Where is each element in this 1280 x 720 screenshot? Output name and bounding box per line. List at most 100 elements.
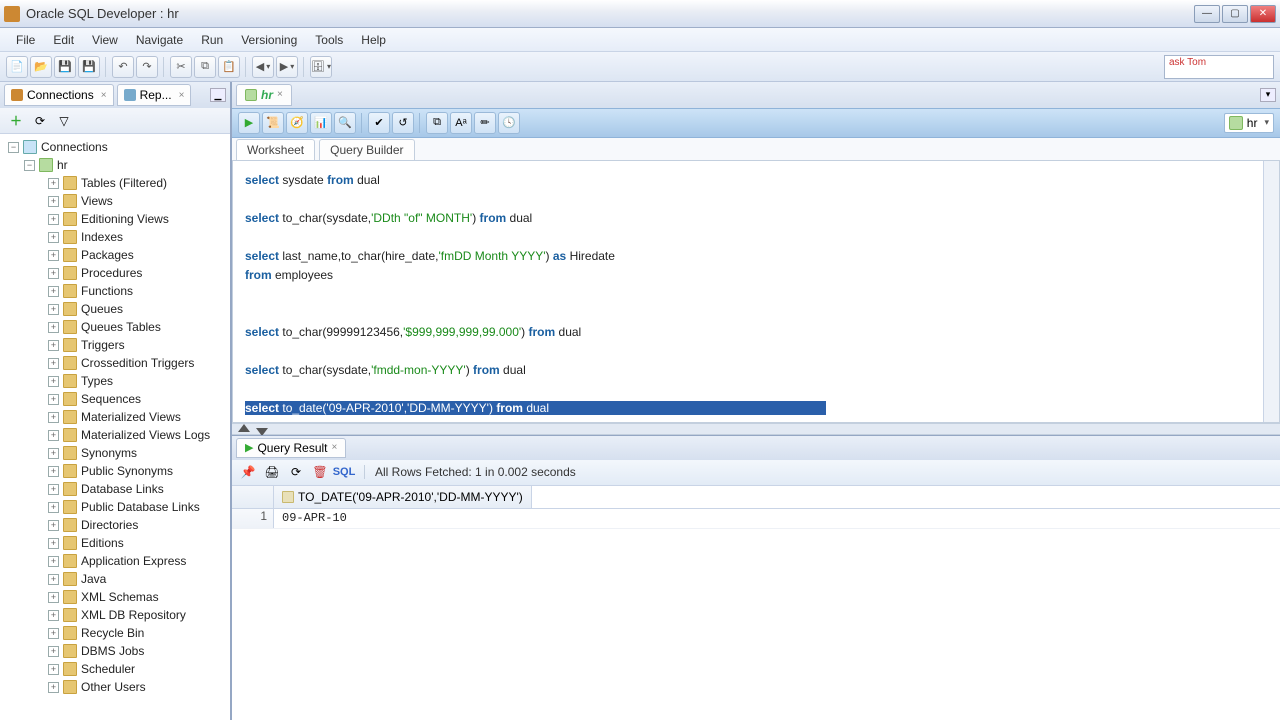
tree-item[interactable]: +Types: [0, 372, 230, 390]
expand-icon[interactable]: +: [48, 196, 59, 207]
delete-button[interactable]: 🗑: [310, 462, 330, 482]
clear-button[interactable]: ✏: [474, 112, 496, 134]
close-icon[interactable]: ×: [332, 442, 338, 453]
close-icon[interactable]: ×: [277, 89, 283, 100]
unshared-worksheet-button[interactable]: ⧉: [426, 112, 448, 134]
expand-icon[interactable]: +: [48, 412, 59, 423]
tree-item[interactable]: +Triggers: [0, 336, 230, 354]
sql-tuning-button[interactable]: 🔍: [334, 112, 356, 134]
tree-item[interactable]: +Recycle Bin: [0, 624, 230, 642]
tree-item[interactable]: +DBMS Jobs: [0, 642, 230, 660]
maximize-button[interactable]: ▢: [1222, 5, 1248, 23]
expand-icon[interactable]: +: [48, 682, 59, 693]
tree-item[interactable]: +Database Links: [0, 480, 230, 498]
tab-reports[interactable]: Rep... ×: [117, 84, 192, 106]
copy-button[interactable]: ⧉: [194, 56, 216, 78]
tree-item[interactable]: +Queues Tables: [0, 318, 230, 336]
tree-item[interactable]: +Materialized Views Logs: [0, 426, 230, 444]
tree-item[interactable]: +XML DB Repository: [0, 606, 230, 624]
menu-help[interactable]: Help: [353, 30, 394, 50]
tree-root[interactable]: − Connections: [0, 138, 230, 156]
tab-connections[interactable]: Connections ×: [4, 84, 114, 106]
menu-versioning[interactable]: Versioning: [233, 30, 305, 50]
tree-item[interactable]: +Other Users: [0, 678, 230, 696]
connections-tree[interactable]: − Connections − hr +Tables (Filtered)+Vi…: [0, 134, 230, 720]
save-all-button[interactable]: 💾: [78, 56, 100, 78]
tree-item[interactable]: +Editions: [0, 534, 230, 552]
close-icon[interactable]: ×: [101, 90, 107, 101]
new-connection-button[interactable]: ＋: [6, 111, 26, 131]
paste-button[interactable]: 📋: [218, 56, 240, 78]
tab-list-button[interactable]: ▾: [1260, 88, 1276, 102]
save-button[interactable]: 💾: [54, 56, 76, 78]
print-button[interactable]: 🖨: [262, 462, 282, 482]
menu-view[interactable]: View: [84, 30, 126, 50]
grid-cell[interactable]: 09-APR-10: [274, 509, 355, 528]
tree-item[interactable]: +Views: [0, 192, 230, 210]
tree-item[interactable]: +Application Express: [0, 552, 230, 570]
minimize-button[interactable]: —: [1194, 5, 1220, 23]
tree-item[interactable]: +Queues: [0, 300, 230, 318]
menu-tools[interactable]: Tools: [307, 30, 351, 50]
back-button[interactable]: ◀: [252, 56, 274, 78]
tree-item[interactable]: +Synonyms: [0, 444, 230, 462]
tree-item[interactable]: +Directories: [0, 516, 230, 534]
tab-worksheet[interactable]: Worksheet: [236, 139, 315, 160]
expand-icon[interactable]: +: [48, 322, 59, 333]
new-button[interactable]: 📄: [6, 56, 28, 78]
tree-item[interactable]: +Public Database Links: [0, 498, 230, 516]
expand-icon[interactable]: +: [48, 520, 59, 531]
tree-connection-hr[interactable]: − hr: [0, 156, 230, 174]
grid-row[interactable]: 1 09-APR-10: [232, 509, 1280, 529]
redo-button[interactable]: ↷: [136, 56, 158, 78]
cut-button[interactable]: ✂: [170, 56, 192, 78]
expand-icon[interactable]: +: [48, 664, 59, 675]
expand-icon[interactable]: +: [48, 268, 59, 279]
expand-icon[interactable]: +: [48, 232, 59, 243]
sql-editor[interactable]: select sysdate from dual select to_char(…: [232, 160, 1280, 423]
explain-plan-button[interactable]: 📊: [310, 112, 332, 134]
tab-query-result[interactable]: ▶ Query Result ×: [236, 438, 346, 458]
commit-button[interactable]: ✔: [368, 112, 390, 134]
connection-selector[interactable]: hr: [1224, 113, 1274, 133]
expand-icon[interactable]: +: [48, 376, 59, 387]
expand-icon[interactable]: +: [48, 214, 59, 225]
expand-icon[interactable]: +: [48, 448, 59, 459]
run-statement-button[interactable]: ▶: [238, 112, 260, 134]
asktom-search[interactable]: ask Tom: [1164, 55, 1274, 79]
menu-file[interactable]: File: [8, 30, 43, 50]
tree-item[interactable]: +XML Schemas: [0, 588, 230, 606]
expand-icon[interactable]: +: [48, 628, 59, 639]
tree-item[interactable]: +Materialized Views: [0, 408, 230, 426]
close-icon[interactable]: ×: [179, 90, 185, 101]
expand-icon[interactable]: +: [48, 178, 59, 189]
expand-icon[interactable]: +: [48, 430, 59, 441]
tree-item[interactable]: +Java: [0, 570, 230, 588]
tree-item[interactable]: +Functions: [0, 282, 230, 300]
expand-icon[interactable]: +: [48, 466, 59, 477]
splitter-handle[interactable]: [232, 423, 1280, 435]
vertical-scrollbar[interactable]: [1263, 161, 1279, 422]
tree-item[interactable]: +Crossedition Triggers: [0, 354, 230, 372]
tree-item[interactable]: +Sequences: [0, 390, 230, 408]
expand-icon[interactable]: +: [48, 394, 59, 405]
menu-edit[interactable]: Edit: [45, 30, 82, 50]
collapse-icon[interactable]: −: [24, 160, 35, 171]
expand-icon[interactable]: +: [48, 286, 59, 297]
tree-item[interactable]: +Scheduler: [0, 660, 230, 678]
open-button[interactable]: 📂: [30, 56, 52, 78]
sql-code[interactable]: select sysdate from dual select to_char(…: [233, 161, 1279, 422]
to-uppercase-button[interactable]: Aᵃ: [450, 112, 472, 134]
close-button[interactable]: ✕: [1250, 5, 1276, 23]
expand-icon[interactable]: +: [48, 484, 59, 495]
refresh-button[interactable]: ⟳: [286, 462, 306, 482]
tree-item[interactable]: +Indexes: [0, 228, 230, 246]
collapse-icon[interactable]: −: [8, 142, 19, 153]
expand-icon[interactable]: +: [48, 538, 59, 549]
editor-tab-hr[interactable]: hr ×: [236, 84, 292, 106]
refresh-button[interactable]: ⟳: [30, 111, 50, 131]
tree-item[interactable]: +Packages: [0, 246, 230, 264]
rollback-button[interactable]: ↺: [392, 112, 414, 134]
expand-icon[interactable]: +: [48, 610, 59, 621]
pin-button[interactable]: 📌: [238, 462, 258, 482]
